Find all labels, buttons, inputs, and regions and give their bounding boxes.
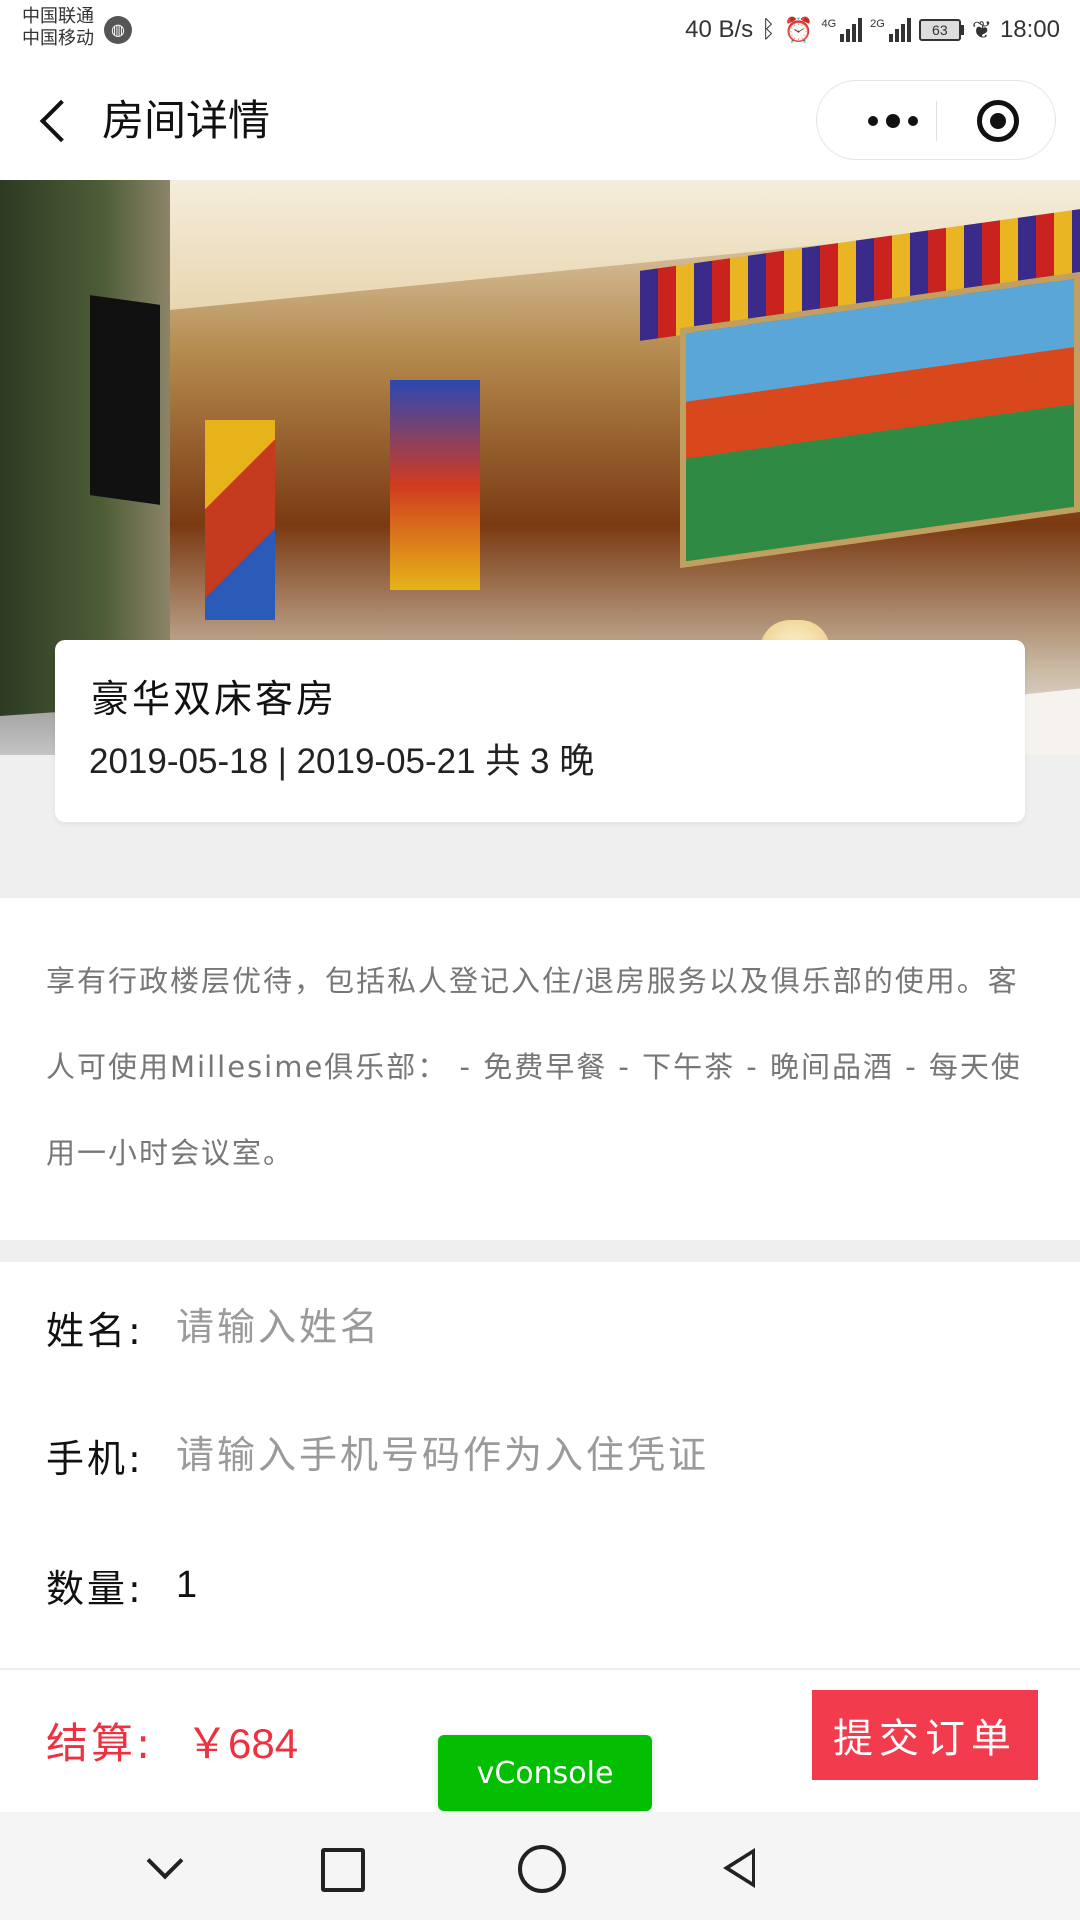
total-label: 结算: — [46, 1719, 154, 1768]
carrier-1: 中国联通 — [22, 6, 94, 27]
room-description-section: 享有行政楼层优待，包括私人登记入住/退房服务以及俱乐部的使用。客人可使用Mill… — [0, 898, 1080, 1240]
system-nav-bar — [0, 1812, 1080, 1920]
target-icon[interactable] — [977, 100, 1019, 142]
back-arrow-icon[interactable] — [30, 94, 82, 146]
clock-time: 18:00 — [999, 16, 1060, 43]
quantity-row: 数量: 1 — [46, 1550, 1036, 1620]
name-input[interactable] — [176, 1305, 1016, 1349]
quantity-value[interactable]: 1 — [176, 1564, 197, 1607]
leaf-icon: ❦ — [971, 16, 992, 44]
capsule-divider — [936, 101, 937, 141]
vconsole-button[interactable]: vConsole — [438, 1735, 652, 1811]
room-name: 豪华双床客房 — [91, 677, 338, 721]
phone-label: 手机: — [46, 1436, 144, 1481]
bluetooth-icon: ᛒ — [761, 16, 776, 43]
status-bar: 中国联通 中国移动 ◍ 40 B/s ᛒ ⏰ 4G 2G 63 ❦ 18:00 — [0, 0, 1080, 60]
name-row: 姓名: — [46, 1292, 1036, 1362]
more-icon[interactable] — [853, 107, 933, 135]
quantity-label: 数量: — [46, 1566, 144, 1611]
booking-form: 姓名: 手机: 数量: 1 — [0, 1262, 1080, 1670]
total-price: ￥684 — [186, 1720, 299, 1767]
miniprogram-capsule — [816, 80, 1056, 160]
status-icons: 40 B/s ᛒ ⏰ 4G 2G 63 ❦ 18:00 — [685, 14, 1060, 46]
stay-dates: 2019-05-18 | 2019-05-21 共 3 晚 — [89, 742, 595, 781]
phone-input[interactable] — [176, 1433, 1016, 1477]
page-title: 房间详情 — [102, 96, 271, 145]
battery-icon: 63 — [918, 19, 964, 41]
carrier-info: 中国联通 中国移动 — [22, 6, 94, 50]
globe-icon: ◍ — [104, 16, 132, 44]
nav-header: 房间详情 — [0, 60, 1080, 180]
net-speed: 40 B/s — [685, 16, 754, 43]
room-description: 享有行政楼层优待，包括私人登记入住/退房服务以及俱乐部的使用。客人可使用Mill… — [46, 964, 1022, 1170]
nav-down-icon[interactable] — [140, 1842, 190, 1892]
name-label: 姓名: — [46, 1308, 144, 1353]
alarm-icon: ⏰ — [783, 16, 814, 44]
submit-order-button[interactable]: 提交订单 — [812, 1690, 1038, 1780]
signal-icon: 2G — [870, 18, 911, 42]
phone-row: 手机: — [46, 1420, 1036, 1490]
nav-recents-icon[interactable] — [315, 1842, 365, 1892]
section-divider — [0, 1240, 1080, 1262]
carrier-2: 中国移动 — [22, 28, 94, 49]
signal-icon: 4G — [821, 18, 863, 42]
nav-home-icon[interactable] — [515, 1842, 566, 1893]
nav-back-icon[interactable] — [715, 1842, 765, 1892]
room-info-card: 豪华双床客房 2019-05-18 | 2019-05-21 共 3 晚 — [55, 640, 1025, 822]
